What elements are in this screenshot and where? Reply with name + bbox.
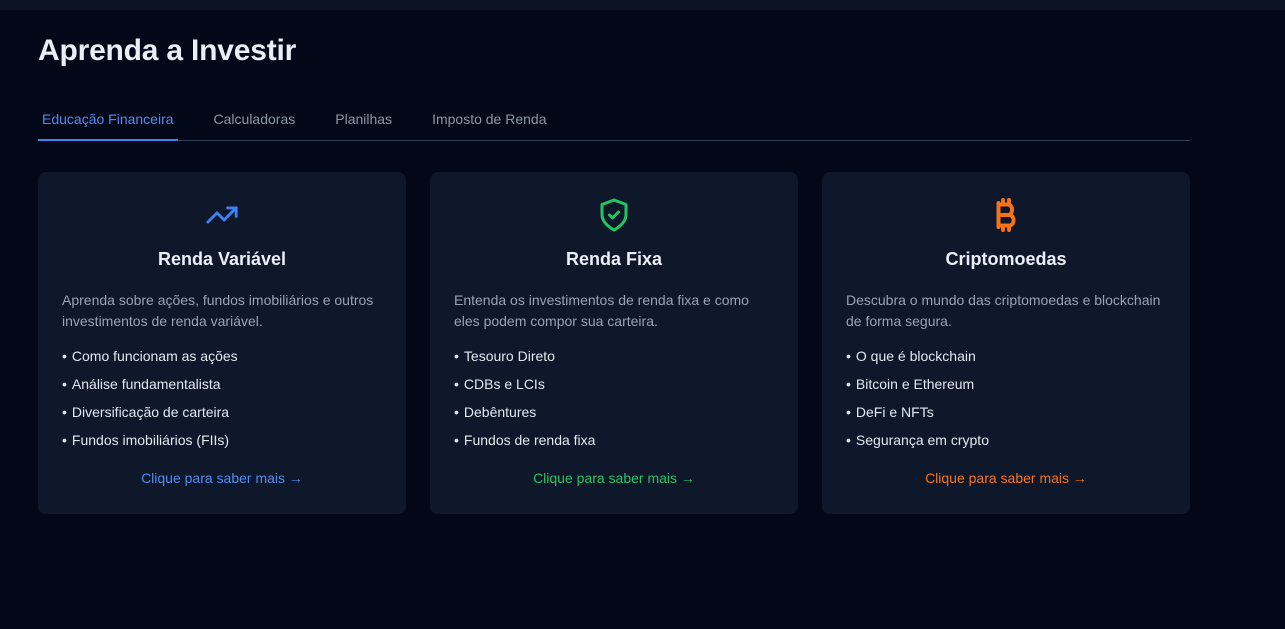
card-renda-variavel[interactable]: Renda Variável Aprenda sobre ações, fund… [38, 172, 406, 514]
card-description: Entenda os investimentos de renda fixa e… [454, 292, 749, 329]
list-item-label: Tesouro Direto [463, 348, 555, 364]
card-renda-fixa[interactable]: Renda Fixa Entenda os investimentos de r… [430, 172, 798, 514]
tab-bar: Educação Financeira Calculadoras Planilh… [38, 100, 1190, 141]
card-description: Descubra o mundo das criptomoedas e bloc… [846, 292, 1161, 329]
list-item: • CDBs e LCIs [454, 373, 595, 401]
cards-grid: Renda Variável Aprenda sobre ações, fund… [38, 172, 1190, 514]
list-item: • O que é blockchain [846, 345, 989, 373]
shield-check-icon [430, 198, 798, 232]
list-item: • Segurança em crypto [846, 429, 989, 457]
card-title: Renda Fixa [565, 249, 663, 269]
list-item-label: Diversificação de carteira [71, 404, 230, 420]
list-item: • DeFi e NFTs [846, 401, 989, 429]
card-title: Renda Variável [157, 249, 287, 269]
topic-list: • Como funcionam as ações • Análise fundam… [62, 345, 238, 457]
topic-list: • O que é blockchain • Bitcoin e Ethereum … [846, 345, 989, 457]
list-item: • Como funcionam as ações [62, 345, 238, 373]
bullet: • [846, 348, 851, 364]
list-item: • Tesouro Direto [454, 345, 595, 373]
bullet: • [454, 432, 459, 448]
card-description: Aprenda sobre ações, fundos imobiliários… [62, 292, 374, 329]
list-item-label: O que é blockchain [855, 348, 976, 364]
list-item: • Bitcoin e Ethereum [846, 373, 989, 401]
page-title: Aprenda a Investir [38, 34, 297, 67]
list-item: • Diversificação de carteira [62, 401, 238, 429]
list-item-label: Debêntures [463, 404, 537, 420]
list-item-label: Análise fundamentalista [71, 376, 221, 392]
trending-up-icon [38, 198, 406, 232]
learn-more-link[interactable]: Clique para saber mais → [38, 470, 406, 486]
card-criptomoedas[interactable]: Criptomoedas Descubra o mundo das cripto… [822, 172, 1190, 514]
bullet: • [62, 348, 67, 364]
learn-more-link[interactable]: Clique para saber mais → [430, 470, 798, 486]
card-title: Criptomoedas [945, 249, 1067, 269]
topic-list: • Tesouro Direto • CDBs e LCIs • Debêntures… [454, 345, 595, 457]
top-bar [0, 0, 1285, 10]
tab-educacao-financeira[interactable]: Educação Financeira [38, 100, 178, 141]
bullet: • [62, 432, 67, 448]
bullet: • [62, 376, 67, 392]
list-item-label: Segurança em crypto [855, 432, 989, 448]
bitcoin-icon [822, 198, 1190, 232]
bullet: • [454, 376, 459, 392]
learn-more-link[interactable]: Clique para saber mais → [822, 470, 1190, 486]
bullet: • [62, 404, 67, 420]
list-item: • Fundos imobiliários (FIIs) [62, 429, 238, 457]
list-item-label: Como funcionam as ações [71, 348, 238, 364]
list-item-label: Fundos imobiliários (FIIs) [71, 432, 230, 448]
list-item: • Debêntures [454, 401, 595, 429]
list-item-label: CDBs e LCIs [463, 376, 545, 392]
bullet: • [454, 348, 459, 364]
list-item-label: Fundos de renda fixa [463, 432, 596, 448]
list-item: • Fundos de renda fixa [454, 429, 595, 457]
list-item-label: DeFi e NFTs [855, 404, 934, 420]
tab-planilhas[interactable]: Planilhas [335, 100, 392, 139]
tab-imposto-de-renda[interactable]: Imposto de Renda [432, 100, 546, 139]
bullet: • [454, 404, 459, 420]
bullet: • [846, 376, 851, 392]
list-item: • Análise fundamentalista [62, 373, 238, 401]
bullet: • [846, 432, 851, 448]
list-item-label: Bitcoin e Ethereum [855, 376, 975, 392]
bullet: • [846, 404, 851, 420]
tab-calculadoras[interactable]: Calculadoras [214, 100, 296, 139]
